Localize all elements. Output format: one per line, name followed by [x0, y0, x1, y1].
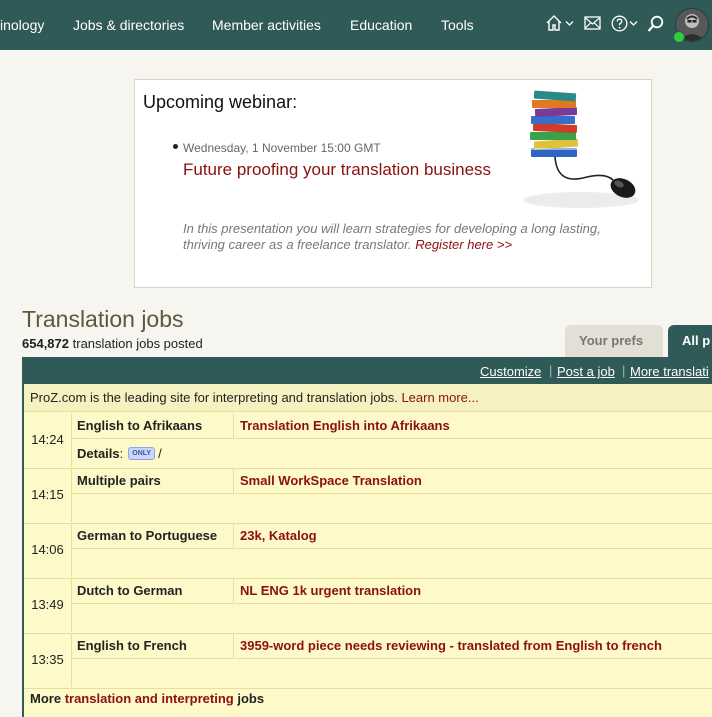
intro-row: ProZ.com is the leading site for interpr… — [24, 384, 712, 412]
webinar-box: Upcoming webinar: Wednesday, 1 November … — [134, 79, 652, 288]
nav-tools[interactable]: Tools — [441, 17, 474, 33]
job-language-pair: English to French — [72, 633, 234, 659]
job-language-pair: Multiple pairs — [72, 468, 234, 494]
job-language-pair: German to Portuguese — [72, 523, 234, 549]
job-title-link[interactable]: Small WorkSpace Translation — [235, 468, 712, 494]
table-row: 14:06 German to Portuguese 23k, Katalog — [24, 523, 712, 579]
job-time: 14:06 — [24, 523, 72, 577]
nav-jobs-directories[interactable]: Jobs & directories — [73, 17, 184, 33]
home-icon[interactable] — [545, 14, 563, 36]
jobs-count-number: 654,872 — [22, 336, 69, 351]
webinar-description: In this presentation you will learn stra… — [183, 221, 645, 253]
jobs-toolbar: Customize | Post a job | More translati — [24, 357, 712, 384]
top-navigation: inology Jobs & directories Member activi… — [0, 0, 712, 50]
job-time: 13:35 — [24, 633, 72, 687]
chevron-down-icon[interactable] — [565, 19, 574, 41]
jobs-count: 654,872 translation jobs posted — [22, 336, 203, 351]
jobs-count-label: translation jobs posted — [72, 336, 203, 351]
more-suffix: jobs — [237, 691, 265, 706]
job-time: 13:49 — [24, 578, 72, 632]
webinar-title-link[interactable]: Future proofing your translation busines… — [183, 160, 491, 180]
more-prefix: More — [30, 691, 62, 706]
table-row: 14:24 English to Afrikaans Translation E… — [24, 413, 712, 469]
search-icon[interactable] — [647, 15, 664, 37]
members-only-badge: ONLY — [128, 447, 156, 461]
webinar-date: Wednesday, 1 November 15:00 GMT — [183, 141, 381, 155]
page-title: Translation jobs — [22, 306, 184, 332]
webinar-description-text: In this presentation you will learn stra… — [183, 221, 601, 252]
separator: | — [549, 363, 553, 378]
table-row: 14:15 Multiple pairs Small WorkSpace Tra… — [24, 468, 712, 524]
job-title-link[interactable]: Translation English into Afrikaans — [235, 413, 712, 439]
help-icon[interactable] — [611, 15, 628, 37]
learn-more-link[interactable]: Learn more... — [401, 390, 478, 405]
webinar-heading: Upcoming webinar: — [143, 92, 298, 112]
job-time: 14:15 — [24, 468, 72, 522]
nav-education[interactable]: Education — [350, 17, 412, 33]
mail-icon[interactable] — [584, 16, 601, 38]
post-a-job-link[interactable]: Post a job — [557, 364, 615, 379]
books-mouse-illustration — [521, 88, 647, 210]
details-label: Details — [77, 446, 120, 461]
job-details: Details: ONLY / — [77, 446, 162, 461]
nav-terminology[interactable]: inology — [0, 17, 44, 33]
customize-link[interactable]: Customize — [480, 364, 541, 379]
table-row: 13:49 Dutch to German NL ENG 1k urgent t… — [24, 578, 712, 634]
job-title-link[interactable]: 23k, Katalog — [235, 523, 712, 549]
job-language-pair: English to Afrikaans — [72, 413, 234, 439]
tab-your-prefs[interactable]: Your prefs — [565, 325, 663, 357]
table-row: 13:35 English to French 3959-word piece … — [24, 633, 712, 689]
chevron-down-icon[interactable] — [629, 19, 638, 41]
nav-member-activities[interactable]: Member activities — [212, 17, 321, 33]
more-translation-link[interactable]: More translati — [630, 364, 709, 379]
register-link[interactable]: Register here >> — [415, 237, 512, 252]
job-language-pair: Dutch to German — [72, 578, 234, 604]
list-bullet — [173, 144, 178, 149]
job-title-link[interactable]: 3959-word piece needs reviewing - transl… — [235, 633, 712, 659]
details-separator: / — [158, 446, 162, 461]
tab-all-pairs[interactable]: All p — [668, 325, 712, 357]
job-time: 14:24 — [24, 413, 72, 467]
more-jobs-link[interactable]: translation and interpreting — [65, 691, 234, 706]
job-title-link[interactable]: NL ENG 1k urgent translation — [235, 578, 712, 604]
separator: | — [622, 363, 626, 378]
online-status-indicator — [673, 31, 685, 43]
intro-text: ProZ.com is the leading site for interpr… — [30, 390, 398, 405]
jobs-table: Customize | Post a job | More translati … — [22, 357, 712, 717]
more-jobs-row: More translation and interpreting jobs — [24, 686, 712, 716]
